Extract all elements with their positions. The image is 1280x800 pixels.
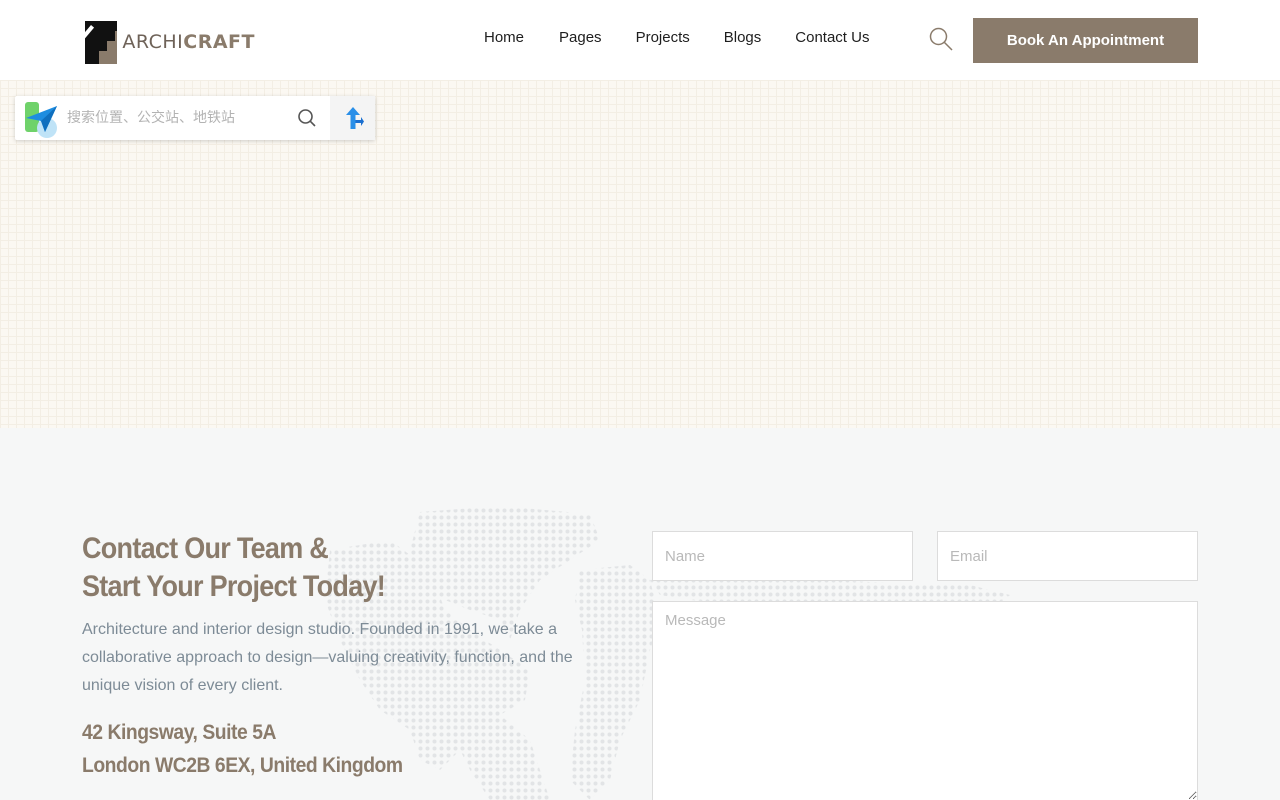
map-provider-logo-icon: [23, 98, 63, 138]
main-nav: Home Pages Projects Blogs Contact Us: [484, 29, 903, 46]
map-view[interactable]: [0, 80, 1280, 428]
contact-description: Architecture and interior design studio.…: [82, 621, 573, 694]
nav-blogs[interactable]: Blogs: [724, 29, 762, 46]
address-line-1: 42 Kingsway, Suite 5A: [82, 721, 276, 744]
archicraft-logo[interactable]: ARCHICRAFT: [85, 20, 255, 64]
nav-contact-us[interactable]: Contact Us: [795, 29, 869, 46]
contact-section: Contact Our Team & Start Your Project To…: [0, 428, 1280, 800]
email-field[interactable]: [937, 531, 1198, 581]
logo-text: ARCHICRAFT: [122, 31, 255, 53]
map-search-icon[interactable]: [296, 107, 318, 129]
search-icon[interactable]: [928, 26, 954, 52]
nav-pages[interactable]: Pages: [559, 29, 602, 46]
message-field[interactable]: [652, 601, 1198, 800]
contact-title: Contact Our Team & Start Your Project To…: [82, 530, 386, 606]
nav-home[interactable]: Home: [484, 29, 524, 46]
map-search-input[interactable]: [67, 110, 282, 126]
logo-mark-icon: [85, 20, 118, 64]
book-appointment-button[interactable]: Book An Appointment: [973, 18, 1198, 63]
nav-projects[interactable]: Projects: [636, 29, 690, 46]
contact-title-line-2: Start Your Project Today!: [82, 570, 386, 603]
route-directions-icon[interactable]: [330, 96, 375, 140]
address-line-2: London WC2B 6EX, United Kingdom: [82, 754, 403, 777]
site-header: ARCHICRAFT Home Pages Projects Blogs Con…: [0, 0, 1280, 80]
map-search-box: [15, 96, 375, 140]
name-field[interactable]: [652, 531, 913, 581]
contact-address: 42 Kingsway, Suite 5A London WC2B 6EX, U…: [82, 716, 403, 782]
contact-title-line-1: Contact Our Team &: [82, 532, 329, 565]
